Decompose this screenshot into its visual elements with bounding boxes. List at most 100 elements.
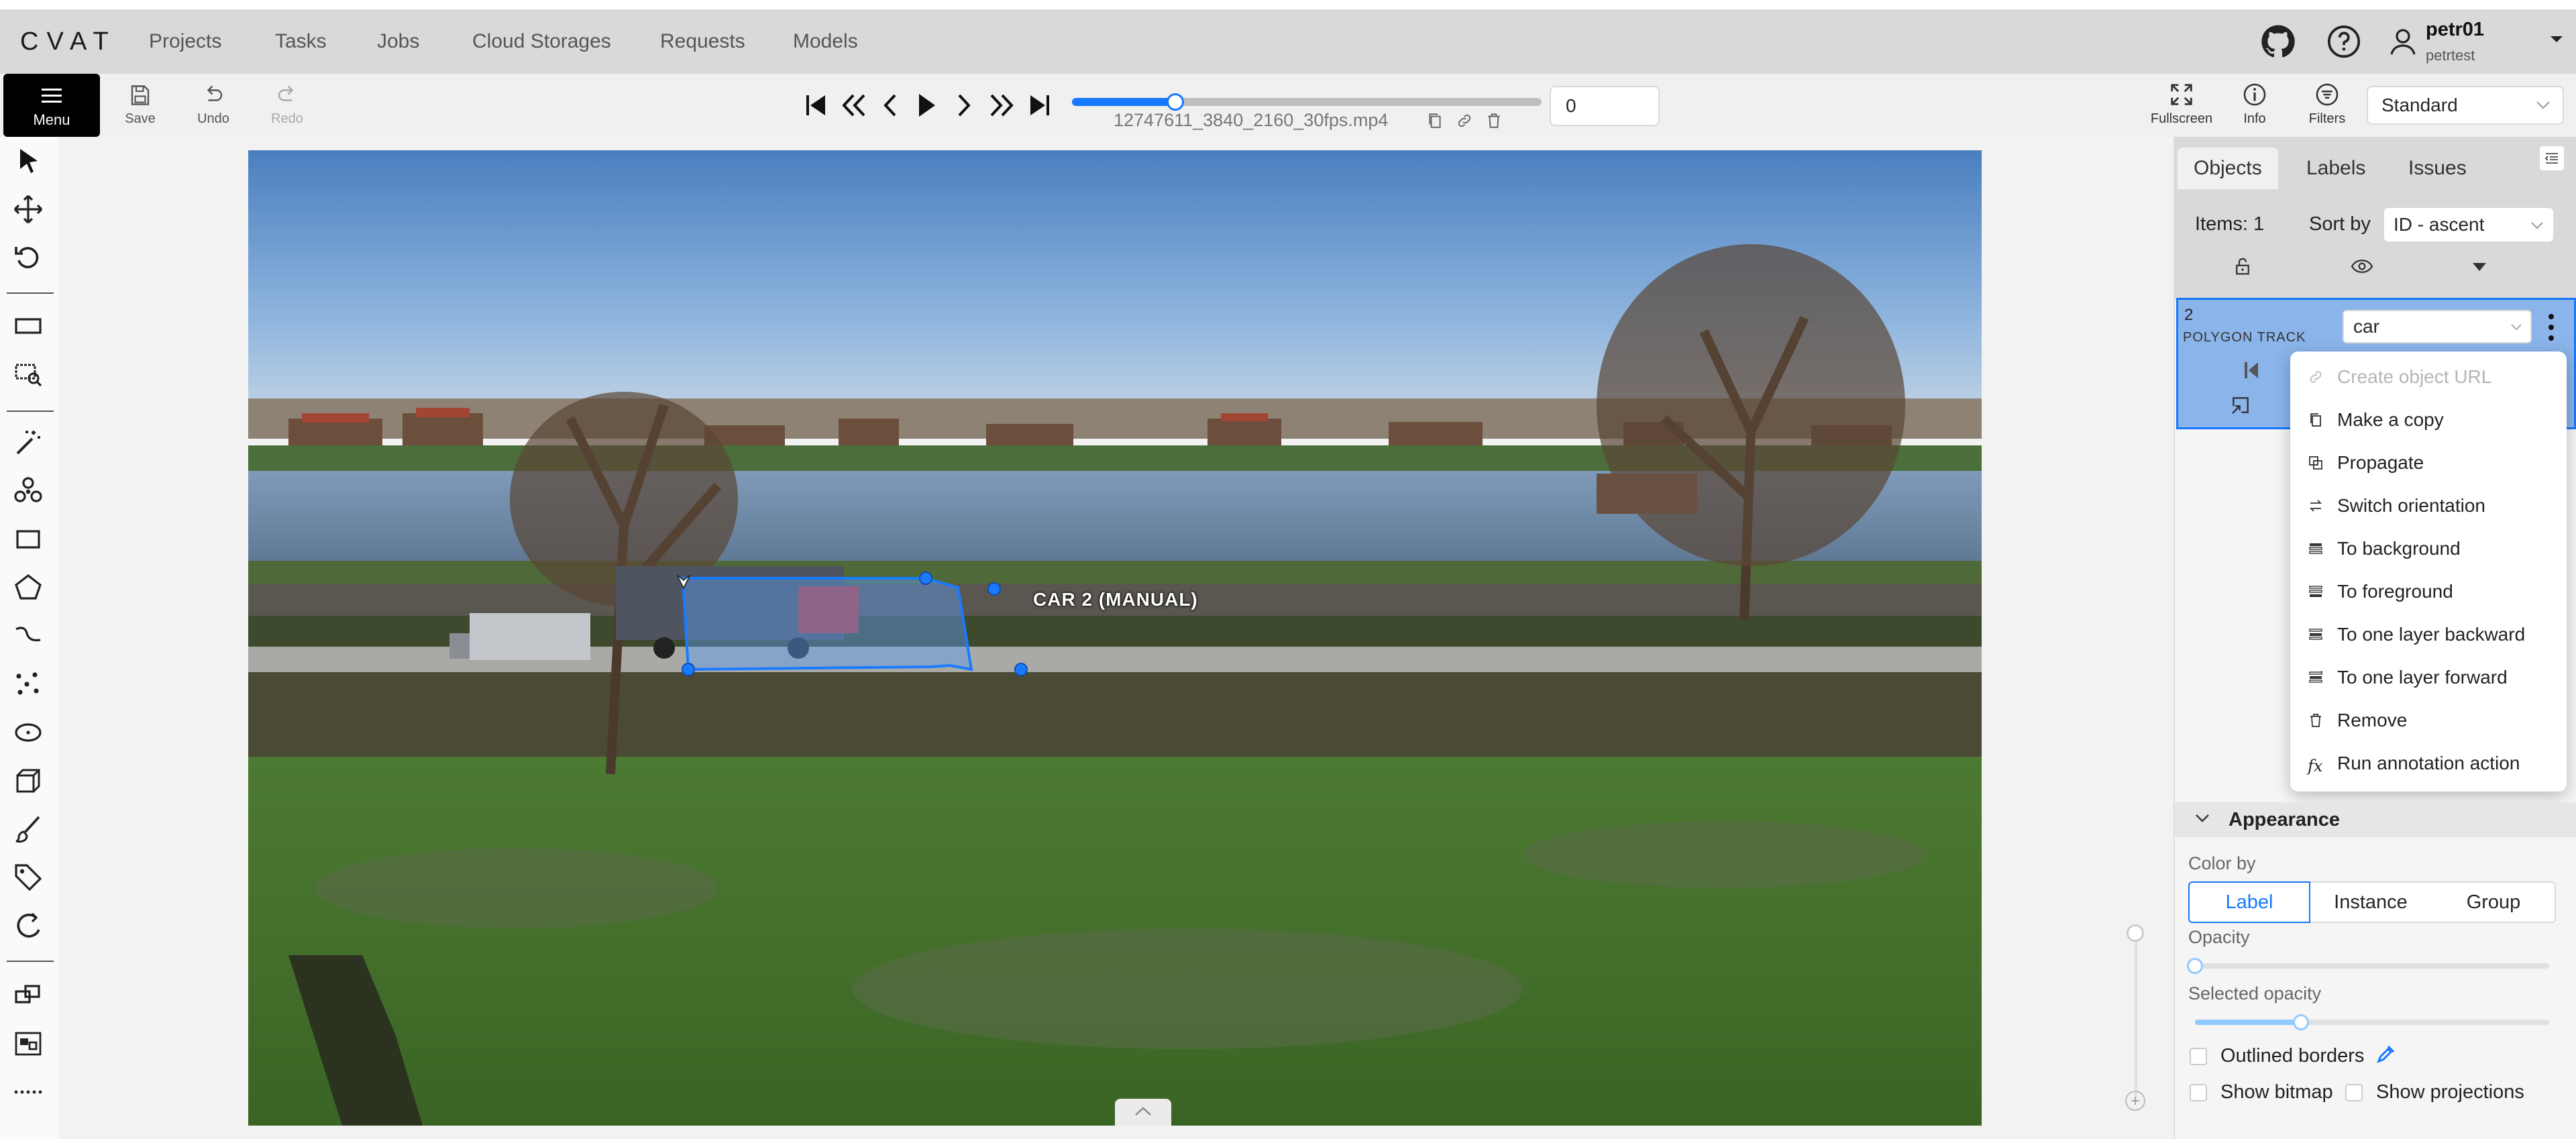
sidebar-collapse-button[interactable] xyxy=(2540,146,2564,170)
context-item-label: Switch orientation xyxy=(2337,495,2486,516)
tab-labels[interactable]: Labels xyxy=(2290,148,2381,189)
copy-filename-icon[interactable] xyxy=(1426,111,1444,130)
cvat-logo[interactable]: CVAT xyxy=(20,21,117,62)
tab-objects[interactable]: Objects xyxy=(2178,148,2278,189)
delete-frame-icon[interactable] xyxy=(1485,111,1503,130)
last-frame-button[interactable] xyxy=(1025,89,1055,122)
lock-all-icon[interactable] xyxy=(2233,256,2253,276)
frame-link-icon[interactable] xyxy=(1456,111,1473,130)
zoom-in-icon[interactable]: + xyxy=(2125,1091,2145,1111)
draw-polyline-tool[interactable] xyxy=(12,620,44,652)
play-button[interactable] xyxy=(911,89,941,122)
context-item-label: Remove xyxy=(2337,710,2408,730)
opacity-slider-handle[interactable] xyxy=(2187,958,2203,974)
draw-rectangle-tool[interactable] xyxy=(12,523,44,555)
menu-button[interactable]: Menu xyxy=(3,74,100,137)
context-item-to-background[interactable]: To background xyxy=(2308,527,2563,570)
redo-button[interactable]: Redo xyxy=(263,79,311,133)
frame-number-input[interactable]: 0 xyxy=(1550,86,1660,126)
undo-button[interactable]: Undo xyxy=(189,79,237,133)
context-item-propagate[interactable]: Propagate xyxy=(2308,441,2563,484)
context-item-create-object-url[interactable]: Create object URL xyxy=(2308,356,2563,398)
tag-tool[interactable] xyxy=(12,861,44,893)
workspace-select[interactable]: Standard xyxy=(2367,86,2564,125)
context-item-run-annotation-action[interactable]: fx Run annotation action xyxy=(2308,742,2563,785)
rotate-tool[interactable] xyxy=(12,241,44,274)
save-button[interactable]: Save xyxy=(118,79,162,133)
draw-ellipse-tool[interactable] xyxy=(12,716,44,749)
github-icon[interactable] xyxy=(2259,23,2297,60)
color-picker-icon[interactable] xyxy=(2375,1042,2398,1065)
color-by-instance-option[interactable]: Instance xyxy=(2309,881,2434,923)
object-menu-icon[interactable] xyxy=(2541,311,2561,343)
opacity-slider-track[interactable] xyxy=(2195,963,2549,969)
forward-step-button[interactable] xyxy=(985,89,1018,122)
polygon-annotation[interactable] xyxy=(248,150,1982,1126)
cuboid-icon xyxy=(16,769,40,793)
next-frame-button[interactable] xyxy=(949,89,978,122)
more-icon xyxy=(14,1090,42,1094)
info-button[interactable]: Info xyxy=(2227,79,2282,133)
move-tool[interactable] xyxy=(12,193,44,225)
zoom-area-tool[interactable] xyxy=(12,358,44,390)
first-frame-button[interactable] xyxy=(801,89,830,122)
opencv-icon xyxy=(17,912,40,938)
context-item-switch-orientation[interactable]: Switch orientation xyxy=(2308,484,2563,527)
context-item-one-layer-backward[interactable]: To one layer backward xyxy=(2308,613,2563,656)
color-by-label-option[interactable]: Label xyxy=(2188,881,2310,923)
nav-tasks[interactable]: Tasks xyxy=(275,9,327,74)
expand-all-icon[interactable] xyxy=(2471,262,2487,272)
context-item-label: To one layer forward xyxy=(2337,667,2508,688)
zoom-slider-handle[interactable] xyxy=(2127,924,2144,942)
more-tools[interactable] xyxy=(12,1076,44,1108)
context-item-remove[interactable]: Remove xyxy=(2308,699,2563,742)
group-shapes-tool[interactable] xyxy=(12,1028,44,1060)
nav-requests[interactable]: Requests xyxy=(660,9,745,74)
nav-models[interactable]: Models xyxy=(793,9,858,74)
undo-icon xyxy=(207,85,223,101)
fit-image-tool[interactable] xyxy=(12,310,44,342)
copy-icon xyxy=(2310,413,2321,427)
user-name[interactable]: petr01 xyxy=(2426,19,2484,41)
context-item-label: To one layer backward xyxy=(2337,624,2526,645)
draw-cuboid-tool[interactable] xyxy=(12,765,44,797)
object-label-select[interactable]: car xyxy=(2343,310,2532,343)
filters-button[interactable]: Filters xyxy=(2300,79,2355,133)
bottom-panel-toggle[interactable] xyxy=(1115,1099,1171,1126)
fullscreen-button[interactable]: Fullscreen xyxy=(2147,79,2216,133)
nav-cloud-storages[interactable]: Cloud Storages xyxy=(472,9,611,74)
context-item-one-layer-forward[interactable]: To one layer forward xyxy=(2308,656,2563,699)
back-step-button[interactable] xyxy=(837,89,871,122)
selected-opacity-slider-fill xyxy=(2195,1020,2302,1025)
frame-slider-handle[interactable] xyxy=(1167,93,1184,111)
outlined-borders-checkbox[interactable] xyxy=(2190,1048,2207,1065)
video-frame[interactable] xyxy=(248,150,1982,1126)
show-bitmap-checkbox[interactable] xyxy=(2190,1084,2207,1101)
opencv-tool[interactable] xyxy=(12,910,44,942)
color-by-group-option[interactable]: Group xyxy=(2432,881,2556,923)
user-dropdown-icon[interactable] xyxy=(2549,35,2564,44)
help-icon[interactable] xyxy=(2325,23,2363,60)
sort-by-select[interactable]: ID - ascent xyxy=(2383,207,2555,243)
draw-polygon-tool[interactable] xyxy=(12,572,44,604)
show-all-icon[interactable] xyxy=(2351,256,2373,276)
cursor-tool[interactable] xyxy=(12,145,44,177)
chevron-up-icon xyxy=(1135,1107,1151,1116)
previous-keyframe-icon[interactable] xyxy=(2242,360,2261,381)
previous-frame-button[interactable] xyxy=(876,89,906,122)
outside-toggle-icon[interactable] xyxy=(2230,394,2251,416)
merge-shapes-tool[interactable] xyxy=(12,979,44,1012)
context-item-to-foreground[interactable]: To foreground xyxy=(2308,570,2563,613)
nav-jobs[interactable]: Jobs xyxy=(377,9,419,74)
appearance-header[interactable]: Appearance xyxy=(2175,802,2576,837)
magic-wand-tool[interactable] xyxy=(12,427,44,459)
user-icon[interactable] xyxy=(2387,25,2419,58)
draw-mask-tool[interactable] xyxy=(12,813,44,845)
context-item-make-copy[interactable]: Make a copy xyxy=(2308,398,2563,441)
zoom-slider-track[interactable] xyxy=(2135,930,2137,1097)
draw-points-tool[interactable] xyxy=(12,668,44,700)
nav-projects[interactable]: Projects xyxy=(149,9,221,74)
tab-issues[interactable]: Issues xyxy=(2392,148,2483,189)
ai-tools[interactable] xyxy=(12,475,44,507)
show-projections-checkbox[interactable] xyxy=(2345,1084,2363,1101)
